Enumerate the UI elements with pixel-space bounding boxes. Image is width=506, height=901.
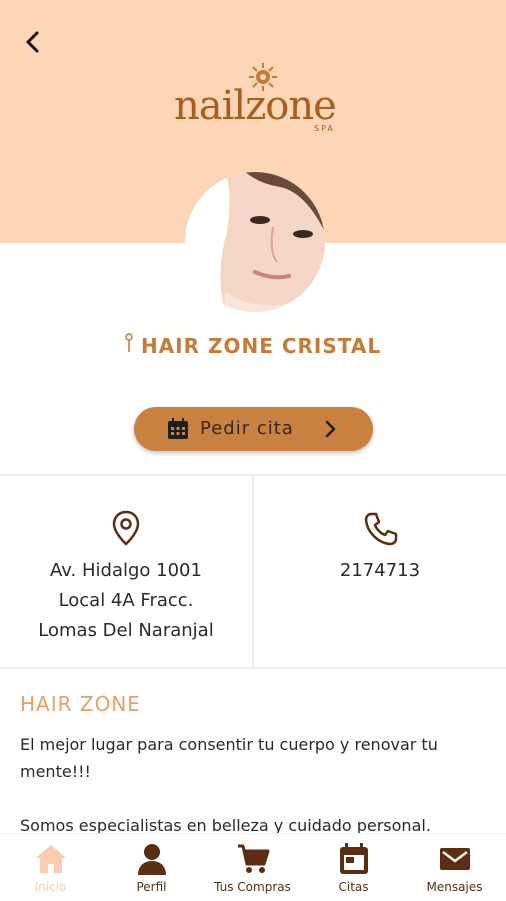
- calendar-icon: [340, 843, 368, 874]
- phone-number[interactable]: 2174713: [254, 556, 506, 586]
- phone-icon[interactable]: [362, 510, 400, 548]
- salon-name: HAIR ZONE CRISTAL: [0, 333, 506, 358]
- tab-citas[interactable]: Citas: [303, 834, 404, 901]
- chevron-left-icon: [26, 31, 39, 53]
- tab-tus-compras[interactable]: Tus Compras: [202, 834, 303, 901]
- tab-label: Perfil: [136, 880, 167, 894]
- address-line-2: Local 4A Fracc.: [58, 590, 194, 611]
- tab-inicio[interactable]: Inicio: [0, 834, 101, 901]
- home-icon: [36, 845, 66, 873]
- address-line-3: Lomas Del Naranjal: [38, 620, 214, 641]
- tab-perfil[interactable]: Perfil: [101, 834, 202, 901]
- person-icon: [138, 844, 166, 875]
- salon-name-text: HAIR ZONE CRISTAL: [140, 334, 382, 358]
- book-appointment-label: Pedir cita: [200, 418, 294, 439]
- divider-bottom: [0, 667, 506, 669]
- about-title: HAIR ZONE: [20, 692, 141, 716]
- tab-label: Inicio: [34, 880, 67, 894]
- logo-text: nailzone: [174, 83, 337, 129]
- book-appointment-button[interactable]: Pedir cita: [134, 407, 373, 451]
- location-pin-icon: [112, 510, 140, 546]
- pin-icon: [125, 333, 133, 352]
- logo-subtext: SPA: [314, 124, 335, 133]
- brand-logo: nailzone SPA: [170, 60, 345, 140]
- chevron-right-icon: [325, 420, 336, 438]
- bottom-tab-bar: Inicio Perfil Tus Compras Citas Mensajes: [0, 833, 506, 901]
- cart-icon: [238, 844, 270, 873]
- face-photo: [185, 172, 325, 312]
- about-paragraph-1: El mejor lugar para consentir tu cuerpo …: [20, 735, 438, 781]
- tab-label: Tus Compras: [214, 880, 291, 894]
- tab-label: Mensajes: [426, 880, 483, 894]
- tab-mensajes[interactable]: Mensajes: [404, 834, 505, 901]
- address-text: Av. Hidalgo 1001 Local 4A Fracc. Lomas D…: [0, 556, 252, 646]
- back-button[interactable]: [20, 28, 48, 56]
- salon-avatar: [185, 172, 325, 312]
- address-line-1: Av. Hidalgo 1001: [50, 560, 202, 581]
- tab-label: Citas: [338, 880, 369, 894]
- mail-icon: [440, 848, 470, 870]
- calendar-icon: [168, 418, 188, 439]
